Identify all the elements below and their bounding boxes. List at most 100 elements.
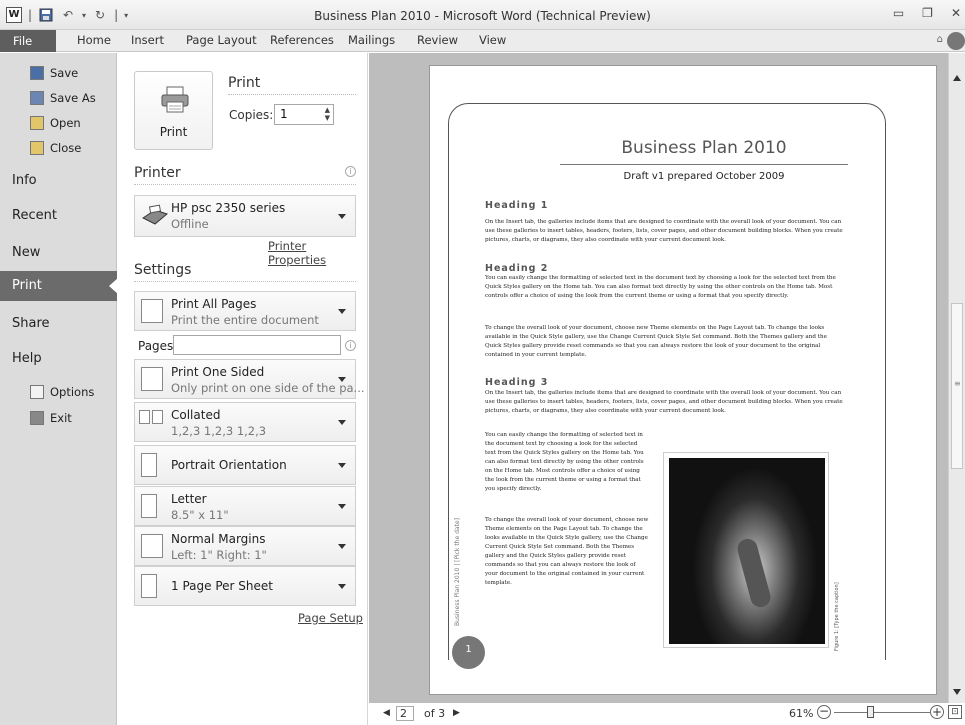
- nav-save-label: Save: [50, 66, 79, 80]
- chevron-down-icon: [338, 377, 346, 382]
- pages-label: Pages:: [138, 339, 178, 353]
- ribbon-tab-bar: File Home Insert Page Layout References …: [0, 30, 965, 52]
- pages-info-icon[interactable]: i: [345, 340, 356, 351]
- backstage-nav: Save Save As Open Close Info Recent New …: [0, 53, 118, 725]
- restore-icon[interactable]: ❐: [922, 6, 933, 20]
- page-setup-link[interactable]: Page Setup: [298, 611, 363, 625]
- window-title: Business Plan 2010 - Microsoft Word (Tec…: [314, 9, 651, 23]
- save-icon: [30, 66, 44, 80]
- tab-file[interactable]: File: [0, 30, 56, 52]
- printer-status: Offline: [171, 217, 209, 231]
- nav-exit[interactable]: Exit: [30, 411, 72, 425]
- printer-section-header: Printer i: [134, 165, 356, 185]
- nav-close[interactable]: Close: [30, 141, 81, 155]
- current-page-input[interactable]: 2: [396, 706, 414, 721]
- collated-icon-2: [152, 410, 163, 424]
- tab-home[interactable]: Home: [77, 33, 111, 47]
- tab-insert[interactable]: Insert: [131, 33, 164, 47]
- flower-spadix: [735, 536, 773, 610]
- margins-dropdown[interactable]: Normal Margins Left: 1" Right: 1": [134, 526, 356, 566]
- tab-references[interactable]: References: [270, 33, 334, 47]
- nav-share[interactable]: Share: [0, 309, 117, 339]
- print-button-label: Print: [159, 125, 188, 139]
- minimize-icon[interactable]: ▭: [893, 6, 904, 20]
- printer-icon: [161, 86, 189, 113]
- page-number-badge: 1: [452, 636, 485, 669]
- print-settings-panel: Print Print Copies: 1 ▲ ▼ Printer i HP ps…: [118, 53, 368, 725]
- pages-input[interactable]: [173, 335, 341, 355]
- printer-dropdown[interactable]: HP psc 2350 series Offline: [134, 195, 356, 237]
- print-range-title: Print All Pages: [171, 297, 257, 311]
- nav-save[interactable]: Save: [30, 66, 78, 80]
- zoom-slider-track[interactable]: [834, 712, 930, 713]
- settings-section-header: Settings: [134, 262, 356, 282]
- doc-photo: [663, 452, 829, 648]
- nav-options[interactable]: Options: [30, 385, 94, 399]
- one-sided-icon: [141, 367, 163, 391]
- zoom-in-icon[interactable]: +: [930, 705, 944, 719]
- sides-title: Print One Sided: [171, 365, 265, 379]
- nav-help[interactable]: Help: [0, 344, 117, 374]
- exit-icon: [30, 411, 44, 425]
- chevron-down-icon: [338, 504, 346, 509]
- tab-mailings[interactable]: Mailings: [348, 33, 395, 47]
- title-bar: W | ↶ ▾ ↻ | ▾ Business Plan 2010 - Micro…: [0, 0, 965, 30]
- collate-title: Collated: [171, 408, 221, 422]
- copies-stepper[interactable]: 1 ▲ ▼: [274, 104, 334, 125]
- zoom-slider-thumb[interactable]: [867, 706, 874, 718]
- tab-review[interactable]: Review: [417, 33, 458, 47]
- nav-save-as-label: Save As: [50, 91, 96, 105]
- zoom-out-icon[interactable]: −: [817, 705, 831, 719]
- nav-open[interactable]: Open: [30, 116, 81, 130]
- nav-new[interactable]: New: [0, 238, 117, 268]
- page-count: of 3: [424, 707, 446, 720]
- open-folder-icon: [30, 116, 44, 130]
- orientation-dropdown[interactable]: Portrait Orientation: [134, 445, 356, 485]
- nav-print[interactable]: Print: [0, 271, 118, 301]
- chevron-down-icon: [338, 584, 346, 589]
- nav-options-label: Options: [50, 385, 95, 399]
- paper-size-dropdown[interactable]: Letter 8.5" x 11": [134, 486, 356, 526]
- scroll-down-icon[interactable]: [953, 689, 961, 695]
- tab-view[interactable]: View: [479, 33, 506, 47]
- printer-name: HP psc 2350 series: [171, 201, 286, 215]
- preview-scrollbar[interactable]: ≡: [948, 53, 965, 703]
- sides-dropdown[interactable]: Print One Sided Only print on one side o…: [134, 359, 365, 399]
- figure-caption: Figure 1: [Type the caption]: [834, 582, 840, 651]
- nav-info[interactable]: Info: [0, 166, 117, 196]
- collate-dropdown[interactable]: Collated 1,2,3 1,2,3 1,2,3: [134, 402, 356, 442]
- print-section-header: Print: [228, 75, 356, 95]
- collate-subtitle: 1,2,3 1,2,3 1,2,3: [171, 424, 267, 438]
- zoom-to-page-icon[interactable]: ⊡: [948, 705, 962, 719]
- doc-paragraph-4: On the Insert tab, the galleries include…: [485, 390, 843, 414]
- tab-page-layout[interactable]: Page Layout: [186, 33, 257, 47]
- scroll-up-icon[interactable]: [953, 75, 961, 81]
- info-icon[interactable]: i: [345, 166, 356, 177]
- doc-heading-3: Heading 3: [485, 377, 549, 388]
- nav-exit-label: Exit: [50, 411, 72, 425]
- spin-arrows-icon[interactable]: ▲ ▼: [325, 106, 330, 122]
- prev-page-icon[interactable]: ◀: [383, 708, 390, 718]
- close-folder-icon: [30, 141, 44, 155]
- calla-lily-image: [669, 458, 825, 644]
- grip-icon: ≡: [954, 379, 961, 388]
- print-range-dropdown[interactable]: Print All Pages Print the entire documen…: [134, 291, 356, 331]
- close-window-icon[interactable]: ✕: [951, 6, 961, 20]
- next-page-icon[interactable]: ▶: [453, 708, 460, 718]
- doc-title: Business Plan 2010: [560, 138, 848, 165]
- copies-label: Copies:: [229, 108, 274, 122]
- portrait-icon: [141, 453, 157, 477]
- minimize-ribbon-icon[interactable]: ⌂: [937, 34, 943, 45]
- scroll-thumb[interactable]: ≡: [951, 303, 963, 469]
- nav-recent[interactable]: Recent: [0, 201, 117, 231]
- help-icon[interactable]: [947, 32, 965, 50]
- print-header-text: Print: [228, 75, 261, 91]
- doc-heading-1: Heading 1: [485, 200, 549, 211]
- print-button[interactable]: Print: [134, 71, 213, 150]
- zoom-level[interactable]: 61%: [789, 707, 813, 720]
- doc-paragraph-3: To change the overall look of your docum…: [485, 325, 827, 358]
- pages-per-sheet-dropdown[interactable]: 1 Page Per Sheet: [134, 566, 356, 606]
- nav-save-as[interactable]: Save As: [30, 91, 96, 105]
- print-range-subtitle: Print the entire document: [171, 313, 319, 327]
- doc-paragraph-1: On the Insert tab, the galleries include…: [485, 219, 843, 243]
